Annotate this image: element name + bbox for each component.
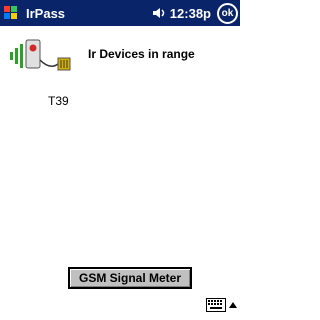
keyboard-button[interactable]: [205, 296, 227, 314]
infrared-device-icon: [8, 38, 72, 74]
windows-flag-icon: [4, 6, 17, 19]
speaker-button[interactable]: [150, 0, 168, 26]
app-title: IrPass: [26, 5, 66, 21]
ok-button[interactable]: ok: [217, 2, 238, 24]
start-menu-button[interactable]: [0, 0, 22, 26]
up-arrow-icon: [229, 302, 237, 308]
clock[interactable]: 12:38p: [170, 6, 211, 21]
title-bar: IrPass 12:38p ok: [0, 0, 240, 26]
speaker-icon: [152, 8, 165, 18]
input-panel-arrow[interactable]: [227, 296, 239, 314]
device-list-item[interactable]: T39: [48, 94, 69, 108]
keyboard-icon: [206, 298, 226, 312]
gsm-signal-meter-button[interactable]: GSM Signal Meter: [68, 267, 192, 289]
devices-header: Ir Devices in range: [88, 47, 195, 61]
